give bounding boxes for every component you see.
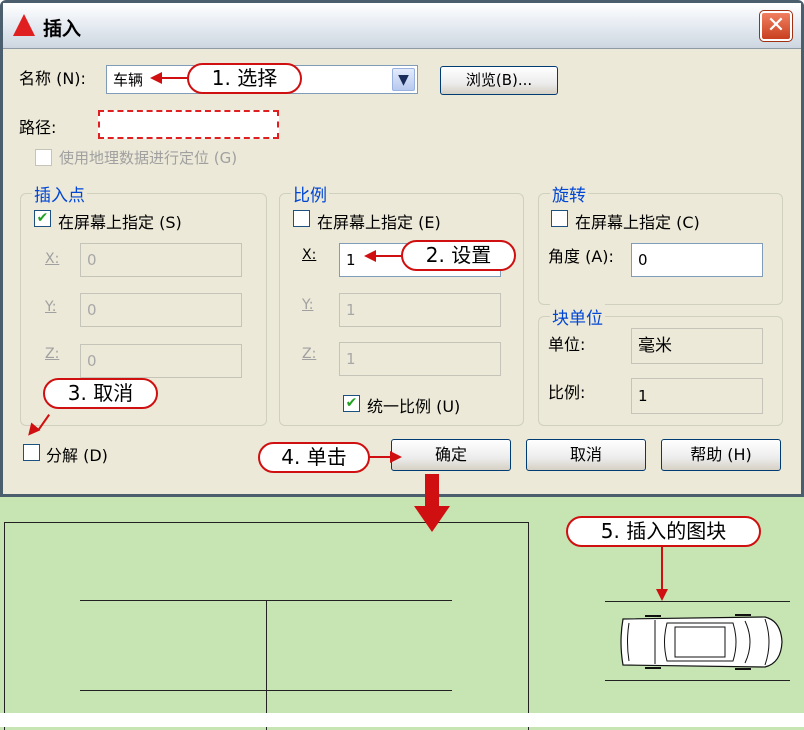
dialog-title: 插入 [43,18,82,40]
arrow-left-icon [364,250,376,262]
browse-button[interactable]: 浏览(B)... [440,66,558,95]
callout-cancel: 3. 取消 [43,378,158,409]
explode-label: 分解 (D) [46,446,108,465]
scale-legend: 比例 [291,181,329,206]
scale-onscreen-checkbox[interactable] [293,210,310,227]
scale-x-label: X: [302,247,317,263]
path-label: 路径: [19,118,57,137]
insertion-y-label: Y: [45,299,57,315]
uniform-scale-label: 统一比例 (U) [367,397,461,416]
arrow-down-icon [656,589,668,601]
insertion-y-field[interactable]: 0 [80,293,242,327]
uniform-scale-checkbox[interactable]: ✔ [343,395,360,412]
callout-arrow-line [375,255,402,257]
factor-value: 1 [631,378,763,414]
chevron-down-icon[interactable]: ▼ [392,68,415,91]
cad-line [605,680,790,681]
insertion-onscreen-checkbox[interactable]: ✔ [34,210,51,227]
angle-field[interactable]: 0 [631,243,763,277]
path-value-box [98,110,279,139]
cad-line [4,522,529,523]
scale-z-field[interactable]: 1 [339,342,501,376]
close-icon[interactable]: ✕ [759,10,793,42]
help-button[interactable]: 帮助 (H) [661,439,781,471]
name-value: 车辆 [113,71,144,89]
scale-y-label: Y: [302,297,314,313]
insertion-z-label: Z: [45,346,60,362]
unit-label: 单位: [548,335,586,354]
callout-arrow-line [369,456,391,458]
car-block-icon [620,614,783,670]
scale-onscreen-label: 在屏幕上指定 (E) [317,213,441,232]
cad-line [528,522,529,730]
insertion-z-field[interactable]: 0 [80,344,242,378]
callout-set: 2. 设置 [401,240,516,271]
scale-z-label: Z: [302,346,317,362]
big-arrow-down-icon [414,506,450,532]
angle-label: 角度 (A): [548,247,614,266]
arrow-right-icon [390,451,402,463]
geo-label: 使用地理数据进行定位 (G) [59,149,238,167]
unit-value: 毫米 [631,328,763,364]
big-arrow-shaft [425,474,439,508]
title-bar[interactable]: 插入 ✕ [3,3,801,49]
ok-button[interactable]: 确定 [391,439,511,471]
callout-click: 4. 单击 [258,442,370,473]
rotation-legend: 旋转 [550,181,588,206]
arrow-left-icon [150,72,162,84]
name-label: 名称 (N): [19,69,86,88]
callout-arrow-line [661,547,663,589]
cad-line [605,601,790,602]
block-unit-legend: 块单位 [550,304,605,329]
callout-arrow-line [160,77,188,79]
insertion-point-legend: 插入点 [32,181,87,206]
callout-select: 1. 选择 [187,63,302,94]
drawing-bottom-strip [0,713,804,727]
cancel-button[interactable]: 取消 [526,439,646,471]
callout-inserted-block: 5. 插入的图块 [566,516,761,547]
insertion-x-field[interactable]: 0 [80,243,242,277]
scale-y-field[interactable]: 1 [339,293,501,327]
rotation-onscreen-label: 在屏幕上指定 (C) [575,213,700,232]
geo-checkbox[interactable] [35,149,52,166]
factor-label: 比例: [548,383,586,402]
insertion-onscreen-label: 在屏幕上指定 (S) [58,213,182,232]
cad-line [266,600,267,730]
cad-line [4,522,5,730]
autocad-logo-icon [13,14,35,36]
insertion-x-label: X: [45,251,60,267]
explode-checkbox[interactable] [23,444,40,461]
rotation-onscreen-checkbox[interactable] [551,210,568,227]
